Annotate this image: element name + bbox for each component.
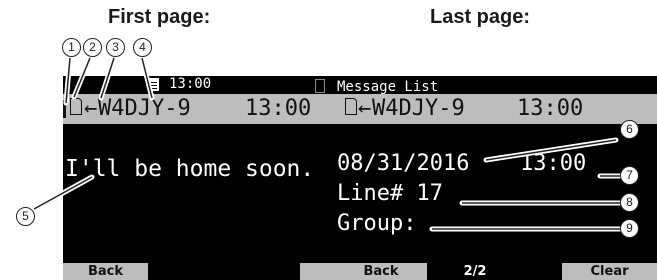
- callout-7: 7: [620, 166, 639, 185]
- callout-4: 4: [133, 38, 152, 57]
- callout-6: 6: [620, 120, 639, 139]
- callout-2: 2: [83, 38, 102, 57]
- callout-5: 5: [16, 207, 35, 226]
- callout-1: 1: [62, 38, 81, 57]
- callout-3: 3: [106, 38, 125, 57]
- callout-8: 8: [620, 193, 639, 212]
- callout-9: 9: [620, 219, 639, 238]
